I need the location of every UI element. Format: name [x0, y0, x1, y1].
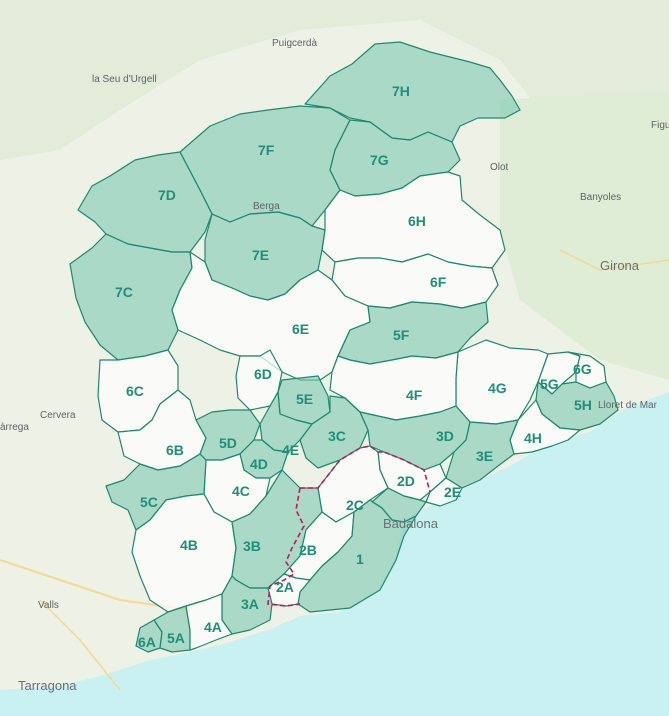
zone-label-2E: 2E: [444, 484, 461, 500]
zone-label-6H: 6H: [408, 213, 426, 229]
place-figueres: Figu: [651, 120, 669, 131]
place-lloret: Lloret de Mar: [598, 400, 658, 411]
zone-label-2B: 2B: [299, 542, 317, 558]
zone-label-6B: 6B: [166, 442, 184, 458]
zone-label-4A: 4A: [204, 619, 222, 635]
zone-label-2A: 2A: [276, 579, 294, 595]
place-valls: Valls: [38, 600, 59, 611]
place-banyoles: Banyoles: [580, 192, 621, 203]
zone-label-3E: 3E: [476, 448, 493, 464]
zone-label-4E: 4E: [282, 442, 299, 458]
zone-label-6C: 6C: [126, 383, 144, 399]
place-badalona: Badalona: [383, 516, 439, 531]
zone-label-4C: 4C: [232, 483, 250, 499]
zone-label-5E: 5E: [296, 391, 313, 407]
zone-label-6A: 6A: [138, 634, 156, 650]
zone-label-6E: 6E: [292, 321, 309, 337]
zone-label-5H: 5H: [574, 397, 592, 413]
place-puigcerda: Puigcerdà: [272, 38, 317, 49]
zone-label-2D: 2D: [397, 473, 415, 489]
place-cervera: Cervera: [40, 410, 76, 421]
place-tarrega: àrrega: [0, 422, 29, 433]
place-girona: Girona: [600, 258, 640, 273]
zone-label-4D: 4D: [250, 456, 268, 472]
zone-label-7F: 7F: [258, 142, 275, 158]
zone-label-4B: 4B: [180, 537, 198, 553]
zone-label-4G: 4G: [488, 380, 507, 396]
zone-label-3D: 3D: [436, 428, 454, 444]
zone-label-6D: 6D: [254, 366, 272, 382]
map-canvas[interactable]: Puigcerdà la Seu d'Urgell Olot Banyoles …: [0, 0, 669, 716]
zone-label-5D: 5D: [219, 435, 237, 451]
zone-label-7E: 7E: [252, 247, 269, 263]
zone-label-6G: 6G: [573, 361, 592, 377]
zone-label-2C: 2C: [346, 497, 364, 513]
map-view[interactable]: Puigcerdà la Seu d'Urgell Olot Banyoles …: [0, 0, 669, 716]
zone-label-7D: 7D: [158, 187, 176, 203]
zone-label-1: 1: [356, 551, 364, 567]
zone-label-5A: 5A: [167, 630, 185, 646]
zone-label-3B: 3B: [243, 538, 261, 554]
zone-label-4H: 4H: [524, 430, 542, 446]
zone-label-7G: 7G: [370, 152, 389, 168]
place-seu-urgell: la Seu d'Urgell: [92, 74, 157, 85]
zone-label-5G: 5G: [540, 376, 559, 392]
zone-label-7C: 7C: [115, 284, 133, 300]
zone-label-6F: 6F: [430, 274, 447, 290]
place-olot: Olot: [490, 162, 509, 173]
zone-label-5C: 5C: [140, 494, 158, 510]
place-tarragona: Tarragona: [18, 678, 77, 693]
zone-label-3C: 3C: [328, 428, 346, 444]
zone-label-5F: 5F: [393, 327, 410, 343]
zone-label-4F: 4F: [406, 387, 423, 403]
zone-label-3A: 3A: [241, 596, 259, 612]
place-berga: Berga: [253, 201, 280, 212]
zone-label-7H: 7H: [392, 83, 410, 99]
